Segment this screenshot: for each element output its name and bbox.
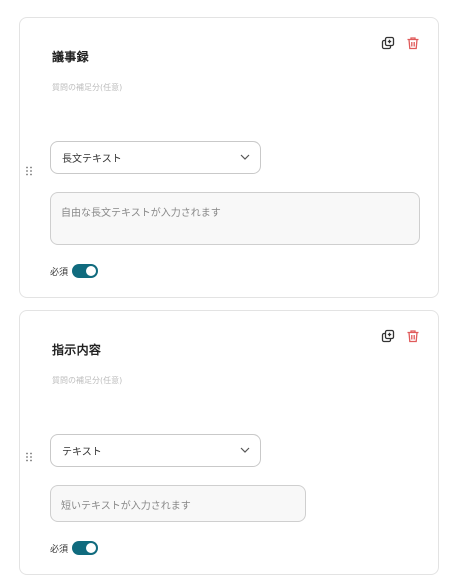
trash-icon[interactable] [406,36,420,50]
required-label: 必須 [50,544,69,555]
required-row: 必須 [50,541,99,555]
copy-icon[interactable] [381,36,395,50]
question-type-label: 長文テキスト [62,154,122,165]
drag-handle-icon[interactable] [25,161,33,176]
question-title[interactable]: 指示内容 [52,341,101,358]
card-actions [381,36,420,50]
required-toggle[interactable] [72,264,99,278]
required-toggle[interactable] [72,541,99,555]
required-label: 必須 [50,267,69,278]
question-description[interactable]: 質問の補足分(任意) [52,82,122,93]
trash-icon[interactable] [406,329,420,343]
answer-placeholder: 短いテキストが入力されます [61,501,191,512]
question-description[interactable]: 質問の補足分(任意) [52,375,122,386]
card-actions [381,329,420,343]
chevron-down-icon [240,447,250,453]
required-row: 必須 [50,264,99,278]
chevron-down-icon [240,154,250,160]
question-card: 議事録 質問の補足分(任意) 長文テキスト 自由な長文テキストが入力されます 必… [19,17,439,298]
answer-preview-input: 短いテキストが入力されます [50,485,306,522]
question-card: 指示内容 質問の補足分(任意) テキスト 短いテキストが入力されます 必須 [19,310,439,575]
answer-preview-textarea: 自由な長文テキストが入力されます [50,192,420,245]
answer-placeholder: 自由な長文テキストが入力されます [61,208,221,219]
question-type-label: テキスト [62,447,102,458]
copy-icon[interactable] [381,329,395,343]
question-type-select[interactable]: テキスト [50,434,261,467]
drag-handle-icon[interactable] [25,447,33,462]
question-title[interactable]: 議事録 [52,48,89,65]
question-type-select[interactable]: 長文テキスト [50,141,261,174]
